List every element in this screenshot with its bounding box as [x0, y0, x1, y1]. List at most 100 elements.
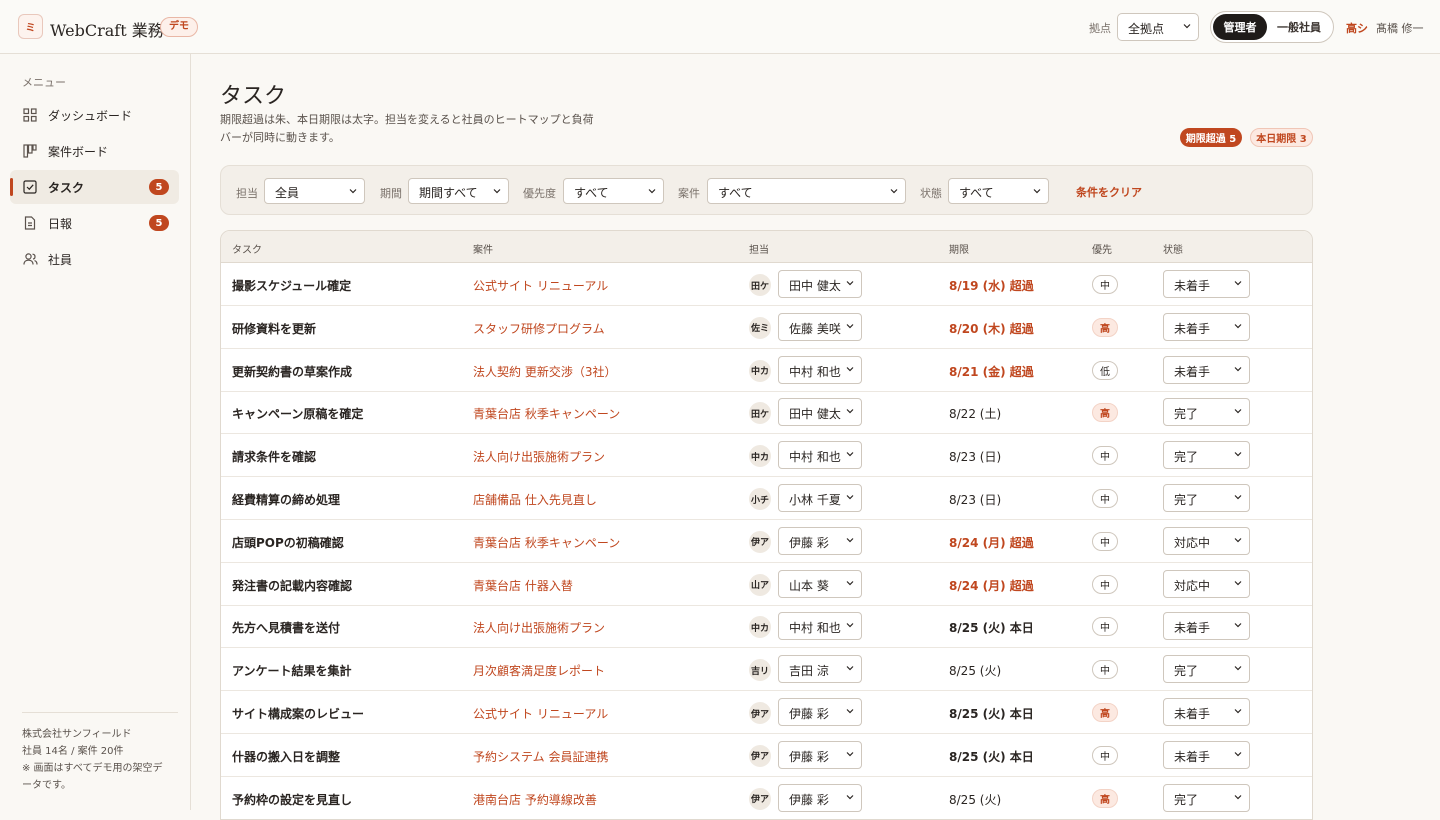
task-name[interactable]: 店頭POPの初稿確認	[232, 534, 344, 551]
status-filter-value: すべて	[959, 186, 994, 200]
role-admin-button[interactable]: 管理者	[1213, 14, 1267, 40]
assignee-select[interactable]: 伊藤 彩	[778, 526, 862, 555]
sidebar-item-tasks[interactable]: タスク 5	[10, 170, 179, 204]
role-toggle[interactable]: 管理者 一般社員	[1210, 11, 1334, 43]
task-name[interactable]: 研修資料を更新	[232, 320, 316, 337]
column-task[interactable]: タスク	[232, 241, 262, 256]
period-filter-select[interactable]: 期間すべて	[408, 178, 509, 204]
table-row[interactable]: 請求条件を確認 法人向け出張施術プラン 中カ 中村 和也 8/23 (日) 中 完了	[221, 434, 1312, 478]
column-project[interactable]: 案件	[473, 241, 493, 256]
assignee-select[interactable]: 山本 葵	[778, 569, 862, 598]
assignee-filter-select[interactable]: 全員	[264, 178, 365, 204]
sidebar-item-employees[interactable]: 社員	[10, 242, 179, 276]
assignee-select[interactable]: 中村 和也	[778, 355, 862, 384]
assignee-select[interactable]: 伊藤 彩	[778, 740, 862, 769]
table-row[interactable]: キャンペーン原稿を確定 青葉台店 秋季キャンペーン 田ケ 田中 健太 8/22 (土) 高…	[221, 391, 1312, 435]
column-status[interactable]: 状態	[1163, 241, 1183, 256]
task-name[interactable]: サイト構成案のレビュー	[232, 705, 364, 722]
sidebar-item-daily-report[interactable]: 日報 5	[10, 206, 179, 240]
project-link[interactable]: 青葉台店 什器入替	[473, 577, 573, 594]
assignee-select[interactable]: 吉田 涼	[778, 655, 862, 684]
status-select[interactable]: 完了	[1163, 783, 1250, 812]
sidebar-item-dashboard[interactable]: ダッシュボード	[10, 98, 179, 132]
task-name[interactable]: 先方へ見積書を送付	[232, 619, 340, 636]
status-value: 完了	[1174, 664, 1199, 679]
status-select[interactable]: 未着手	[1163, 355, 1250, 384]
project-link[interactable]: 港南台店 予約導線改善	[473, 791, 597, 808]
due-date: 8/24 (月) 超過	[949, 535, 1034, 550]
assignee-select[interactable]: 田中 健太	[778, 270, 862, 298]
location-select[interactable]: 全拠点	[1117, 13, 1199, 41]
table-row[interactable]: 什器の搬入日を調整 予約システム 会員証連携 伊ア 伊藤 彩 8/25 (火) 本日 中 未…	[221, 734, 1312, 777]
clear-filters-link[interactable]: 条件をクリア	[1076, 184, 1142, 200]
avatar: 山ア	[749, 573, 771, 596]
project-link[interactable]: 青葉台店 秋季キャンペーン	[473, 405, 620, 422]
table-row[interactable]: 予約枠の設定を見直し 港南台店 予約導線改善 伊ア 伊藤 彩 8/25 (火) 高 完了	[221, 777, 1312, 819]
status-select[interactable]: 完了	[1163, 441, 1250, 470]
assignee-select[interactable]: 佐藤 美咲	[778, 312, 862, 341]
status-select[interactable]: 未着手	[1163, 612, 1250, 641]
assignee-value: 伊藤 彩	[789, 707, 829, 721]
status-select[interactable]: 未着手	[1163, 698, 1250, 726]
task-name[interactable]: 予約枠の設定を見直し	[232, 791, 352, 808]
assignee-select[interactable]: 伊藤 彩	[778, 783, 862, 812]
table-row[interactable]: サイト構成案のレビュー 公式サイト リニューアル 伊ア 伊藤 彩 8/25 (火) 本日…	[221, 691, 1312, 734]
task-name[interactable]: 什器の搬入日を調整	[232, 748, 340, 765]
table-row[interactable]: 更新契約書の草案作成 法人契約 更新交渉（3社） 中カ 中村 和也 8/21 (金) 超…	[221, 349, 1312, 392]
status-select[interactable]: 対応中	[1163, 569, 1250, 598]
table-row[interactable]: 店頭POPの初稿確認 青葉台店 秋季キャンペーン 伊ア 伊藤 彩 8/24 (月) 超過…	[221, 520, 1312, 563]
sidebar-divider	[22, 712, 178, 713]
table-row[interactable]: 発注書の記載内容確認 青葉台店 什器入替 山ア 山本 葵 8/24 (月) 超過 中 対応中	[221, 563, 1312, 606]
status-value: 対応中	[1174, 578, 1211, 593]
table-row[interactable]: 研修資料を更新 スタッフ研修プログラム 佐ミ 佐藤 美咲 8/20 (木) 超過 高 未着手	[221, 306, 1312, 349]
assignee-select[interactable]: 小林 千夏	[778, 484, 862, 512]
project-link[interactable]: スタッフ研修プログラム	[473, 320, 605, 337]
assignee-value: 伊藤 彩	[789, 792, 829, 807]
status-select[interactable]: 未着手	[1163, 312, 1250, 341]
table-row[interactable]: アンケート結果を集計 月次顧客満足度レポート 吉リ 吉田 涼 8/25 (火) 中 完了	[221, 648, 1312, 692]
task-name[interactable]: 経費精算の締め処理	[232, 491, 340, 508]
project-link[interactable]: 公式サイト リニューアル	[473, 277, 608, 294]
assignee-select[interactable]: 伊藤 彩	[778, 698, 862, 726]
period-filter-label: 期間	[380, 187, 402, 200]
role-staff-button[interactable]: 一般社員	[1267, 14, 1331, 40]
status-select[interactable]: 完了	[1163, 655, 1250, 684]
project-filter-select[interactable]: すべて	[707, 178, 906, 204]
due-today-pill[interactable]: 本日期限 3	[1250, 128, 1313, 147]
project-link[interactable]: 予約システム 会員証連携	[473, 748, 608, 765]
column-due[interactable]: 期限	[949, 241, 969, 256]
table-row[interactable]: 先方へ見積書を送付 法人向け出張施術プラン 中カ 中村 和也 8/25 (火) 本日 中 未…	[221, 605, 1312, 649]
status-select[interactable]: 完了	[1163, 398, 1250, 427]
task-name[interactable]: 撮影スケジュール確定	[232, 277, 351, 294]
menu-label: メニュー	[22, 76, 66, 89]
task-name[interactable]: 更新契約書の草案作成	[232, 363, 352, 380]
assignee-select[interactable]: 田中 健太	[778, 398, 862, 427]
status-select[interactable]: 対応中	[1163, 526, 1250, 555]
project-link[interactable]: 法人向け出張施術プラン	[473, 619, 605, 636]
priority-filter-select[interactable]: すべて	[563, 178, 664, 204]
project-link[interactable]: 青葉台店 秋季キャンペーン	[473, 534, 620, 551]
status-select[interactable]: 未着手	[1163, 740, 1250, 769]
column-assignee[interactable]: 担当	[749, 241, 769, 256]
table-row[interactable]: 経費精算の締め処理 店舗備品 仕入先見直し 小チ 小林 千夏 8/23 (日) 中 完了	[221, 477, 1312, 520]
assignee-select[interactable]: 中村 和也	[778, 441, 862, 470]
project-link[interactable]: 月次顧客満足度レポート	[473, 662, 605, 679]
overdue-count-pill[interactable]: 期限超過 5	[1180, 128, 1242, 147]
project-link[interactable]: 店舗備品 仕入先見直し	[473, 491, 597, 508]
user-name[interactable]: 髙橋 修一	[1376, 20, 1424, 36]
task-name[interactable]: アンケート結果を集計	[232, 662, 352, 679]
assignee-value: 中村 和也	[789, 621, 841, 636]
status-select[interactable]: 完了	[1163, 484, 1250, 512]
table-row[interactable]: 撮影スケジュール確定 公式サイト リニューアル 田ケ 田中 健太 8/19 (水) 超過…	[221, 263, 1312, 306]
project-link[interactable]: 法人向け出張施術プラン	[473, 448, 605, 465]
task-name[interactable]: キャンペーン原稿を確定	[232, 405, 363, 422]
sidebar-item-project-board[interactable]: 案件ボード	[10, 134, 179, 168]
project-link[interactable]: 公式サイト リニューアル	[473, 705, 608, 722]
task-name[interactable]: 発注書の記載内容確認	[232, 577, 352, 594]
task-name[interactable]: 請求条件を確認	[232, 448, 316, 465]
status-select[interactable]: 未着手	[1163, 270, 1250, 298]
assignee-select[interactable]: 中村 和也	[778, 612, 862, 641]
status-filter-select[interactable]: すべて	[948, 178, 1049, 204]
column-priority[interactable]: 優先	[1092, 241, 1112, 256]
project-link[interactable]: 法人契約 更新交渉（3社）	[473, 363, 616, 380]
